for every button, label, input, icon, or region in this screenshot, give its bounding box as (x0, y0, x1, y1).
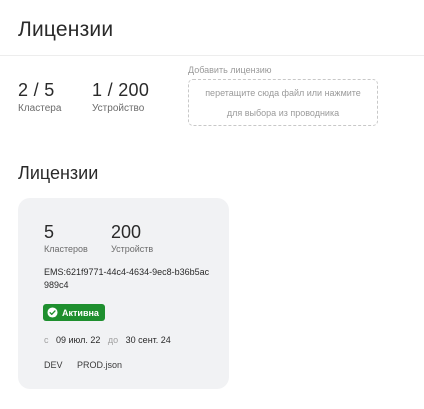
card-devices-count: 200 (111, 222, 142, 242)
devices-summary: 1 / 200 Устройство (92, 80, 149, 114)
card-clusters-label: Кластеров (44, 244, 88, 254)
devices-count: 1 / 200 (92, 80, 150, 100)
license-id: EMS:621f9771-44c4-4634-9ec8-b36b5ac989c4 (44, 267, 210, 290)
header-divider (0, 55, 424, 56)
clusters-summary: 2 / 5 Кластера (18, 80, 61, 114)
devices-label: Устройство (92, 103, 145, 114)
card-devices: 200 Устройств (111, 222, 153, 254)
validity-dates: с 09 июл. 22 до 30 сент. 24 (44, 335, 176, 345)
license-dropzone[interactable]: перетащите сюда файл или нажмите для выб… (188, 79, 378, 126)
license-card[interactable]: 5 Кластеров 200 Устройств EMS:621f9771-4… (18, 198, 229, 389)
clusters-label: Кластера (18, 103, 62, 114)
license-files: DEV PROD.json (44, 360, 134, 370)
upload-label: Добавить лицензию (188, 65, 272, 75)
status-badge: Активна (43, 304, 105, 321)
card-devices-label: Устройств (111, 244, 154, 254)
licenses-section-title: Лицензии (18, 163, 99, 183)
page-title: Лицензии (18, 18, 114, 41)
date-from-label: с (44, 335, 49, 345)
status-label: Активна (62, 307, 99, 318)
date-to-label: до (107, 335, 119, 345)
file-link-dev[interactable]: DEV (44, 360, 63, 370)
date-to: 30 сент. 24 (125, 335, 171, 345)
dropzone-hint-line2: для выбора из проводника (226, 107, 340, 118)
card-clusters-count: 5 (44, 222, 55, 242)
card-clusters: 5 Кластеров (44, 222, 88, 254)
date-from: 09 июл. 22 (56, 335, 101, 345)
clusters-count: 2 / 5 (18, 80, 55, 100)
check-circle-icon (47, 307, 58, 318)
file-link-prod[interactable]: PROD.json (77, 360, 122, 370)
dropzone-hint-line1: перетащите сюда файл или нажмите (205, 87, 361, 98)
